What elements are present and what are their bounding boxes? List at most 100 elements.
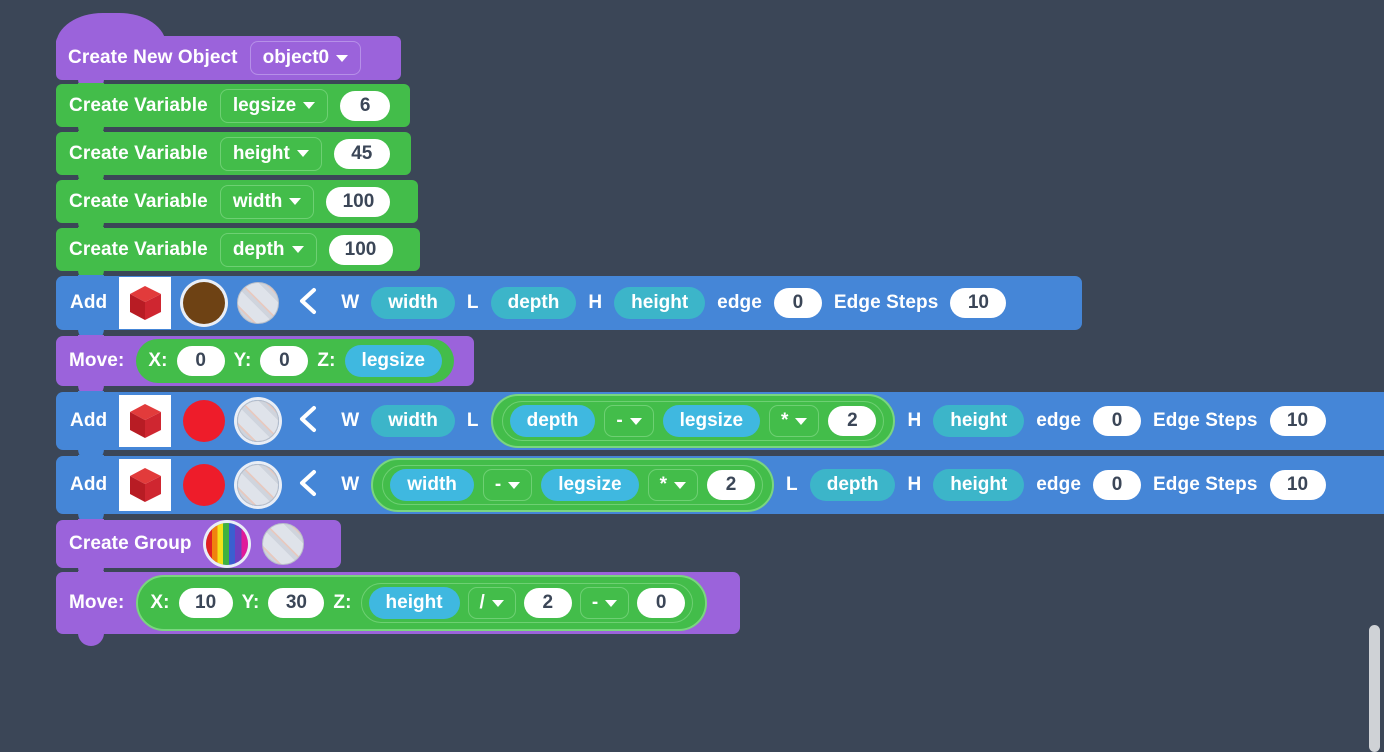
h-value-field[interactable]: height [933, 469, 1025, 501]
expression-operand-3[interactable]: 0 [637, 588, 686, 618]
variable-value-input[interactable]: 100 [326, 186, 391, 217]
y-label: Y: [241, 592, 260, 613]
w-value-field[interactable]: width [371, 405, 455, 437]
create-new-object-label: Create New Object [68, 47, 238, 68]
w-label: W [341, 474, 360, 495]
rainbow-color-swatch[interactable] [205, 523, 248, 565]
block-move-2[interactable]: Move: X: 10 Y: 30 Z: height / 2 - 0 [56, 571, 740, 646]
block-add-2[interactable]: Add W width L depth - legsize * 2 H heig… [56, 391, 1384, 462]
striped-texture-swatch[interactable] [237, 464, 280, 506]
z-label: Z: [317, 350, 336, 371]
y-value-input[interactable]: 30 [268, 588, 325, 618]
expression-operand-2[interactable]: legsize [541, 469, 639, 501]
x-label: X: [150, 592, 170, 613]
variable-name-value: width [232, 190, 283, 212]
x-value-input[interactable]: 0 [176, 346, 225, 376]
expression-operand-2[interactable]: legsize [662, 405, 761, 437]
chevron-down-icon [303, 102, 316, 109]
variable-name-dropdown[interactable]: depth [219, 232, 317, 267]
expression-operand-3[interactable]: 2 [707, 470, 755, 500]
red-cube-icon[interactable] [119, 395, 172, 447]
operator-symbol: * [659, 474, 667, 495]
chevron-down-icon [296, 150, 309, 157]
l-value-field[interactable]: depth [490, 287, 577, 319]
striped-texture-swatch[interactable] [261, 523, 304, 565]
expression-operator-1[interactable]: - [482, 469, 533, 501]
chevron-down-icon [289, 198, 302, 205]
expression-operator-1[interactable]: - [604, 405, 654, 437]
block-create-variable-width[interactable]: Create Variable width 100 [56, 179, 418, 235]
red-color-swatch[interactable] [183, 400, 226, 442]
block-create-variable-depth[interactable]: Create Variable depth 100 [56, 227, 420, 283]
expression-operator-1[interactable]: / [467, 587, 516, 619]
edge-steps-label: Edge Steps [1153, 410, 1258, 431]
z-expression-block[interactable]: height / 2 - 0 [360, 583, 694, 623]
variable-name-dropdown[interactable]: width [219, 184, 315, 219]
chevron-left-icon[interactable] [297, 286, 319, 321]
block-create-group[interactable]: Create Group [56, 519, 341, 580]
variable-name-dropdown[interactable]: legsize [219, 88, 329, 123]
add-label: Add [70, 292, 108, 313]
edge-label: edge [1036, 474, 1082, 495]
expression-operand-3[interactable]: 2 [828, 406, 877, 436]
block-add-1[interactable]: Add W width L depth H height edge 0 Edge… [56, 275, 1082, 342]
x-label: X: [148, 350, 168, 371]
variable-value-input[interactable]: 6 [340, 90, 391, 121]
edge-steps-input[interactable]: 10 [1269, 406, 1326, 436]
brown-color-swatch[interactable] [183, 282, 226, 324]
x-value-input[interactable]: 10 [178, 588, 233, 618]
red-cube-icon[interactable] [119, 277, 172, 329]
striped-texture-swatch[interactable] [237, 400, 280, 442]
chevron-down-icon [508, 481, 521, 489]
edge-value-input[interactable]: 0 [1093, 470, 1142, 500]
block-create-variable-height[interactable]: Create Variable height 45 [56, 131, 411, 187]
w-value-field[interactable]: width [371, 287, 455, 319]
expression-operand-2[interactable]: 2 [523, 588, 572, 618]
edge-value-input[interactable]: 0 [1093, 406, 1142, 436]
y-value-input[interactable]: 0 [260, 346, 309, 376]
vertical-scrollbar[interactable] [1369, 625, 1380, 752]
chevron-left-icon[interactable] [297, 468, 319, 503]
block-create-variable-legsize[interactable]: Create Variable legsize 6 [56, 83, 410, 139]
variable-value-input[interactable]: 100 [328, 234, 393, 265]
expression-operator-2[interactable]: * [647, 469, 698, 501]
w-expression-block[interactable]: width - legsize * 2 [371, 458, 774, 512]
expression-operator-2[interactable]: - [579, 587, 630, 619]
edge-value-input[interactable]: 0 [773, 288, 822, 318]
l-label: L [786, 474, 798, 495]
object-dropdown[interactable]: object0 [249, 41, 362, 75]
variable-name-value: legsize [232, 94, 297, 116]
l-value-field[interactable]: depth [809, 469, 896, 501]
w-expression-inner: width - legsize * 2 [382, 465, 763, 505]
chevron-left-icon[interactable] [297, 404, 319, 439]
expression-operand-1[interactable]: depth [509, 405, 596, 437]
z-value-field[interactable]: legsize [344, 345, 442, 377]
variable-name-value: depth [232, 238, 285, 260]
move-coordinates-group: X: 0 Y: 0 Z: legsize [136, 339, 454, 383]
edge-steps-input[interactable]: 10 [950, 288, 1007, 318]
block-create-new-object[interactable]: Create New Object object0 [56, 36, 401, 92]
chevron-down-icon [605, 599, 618, 607]
block-move-1[interactable]: Move: X: 0 Y: 0 Z: legsize [56, 335, 474, 398]
h-value-field[interactable]: height [614, 287, 706, 319]
z-label: Z: [333, 592, 352, 613]
variable-value-input[interactable]: 45 [333, 138, 390, 169]
w-label: W [341, 410, 360, 431]
create-variable-label: Create Variable [69, 94, 208, 116]
edge-steps-input[interactable]: 10 [1269, 470, 1326, 500]
expression-operand-1[interactable]: width [390, 469, 474, 501]
block-workspace[interactable]: Create New Object object0 Create Variabl… [0, 0, 1384, 752]
block-add-3[interactable]: Add W width - legsize * 2 L depth H heig… [56, 455, 1384, 526]
variable-name-dropdown[interactable]: height [219, 136, 322, 171]
red-color-swatch[interactable] [183, 464, 226, 506]
striped-texture-swatch[interactable] [237, 282, 280, 324]
l-expression-block[interactable]: depth - legsize * 2 [490, 394, 896, 448]
chevron-down-icon [629, 417, 642, 425]
red-cube-icon[interactable] [119, 459, 172, 511]
variable-name-value: height [232, 142, 290, 164]
expression-operand-1[interactable]: height [368, 587, 460, 619]
expression-operator-2[interactable]: * [769, 405, 820, 437]
edge-steps-label: Edge Steps [1153, 474, 1258, 495]
chevron-down-icon [336, 54, 349, 62]
h-value-field[interactable]: height [933, 405, 1025, 437]
